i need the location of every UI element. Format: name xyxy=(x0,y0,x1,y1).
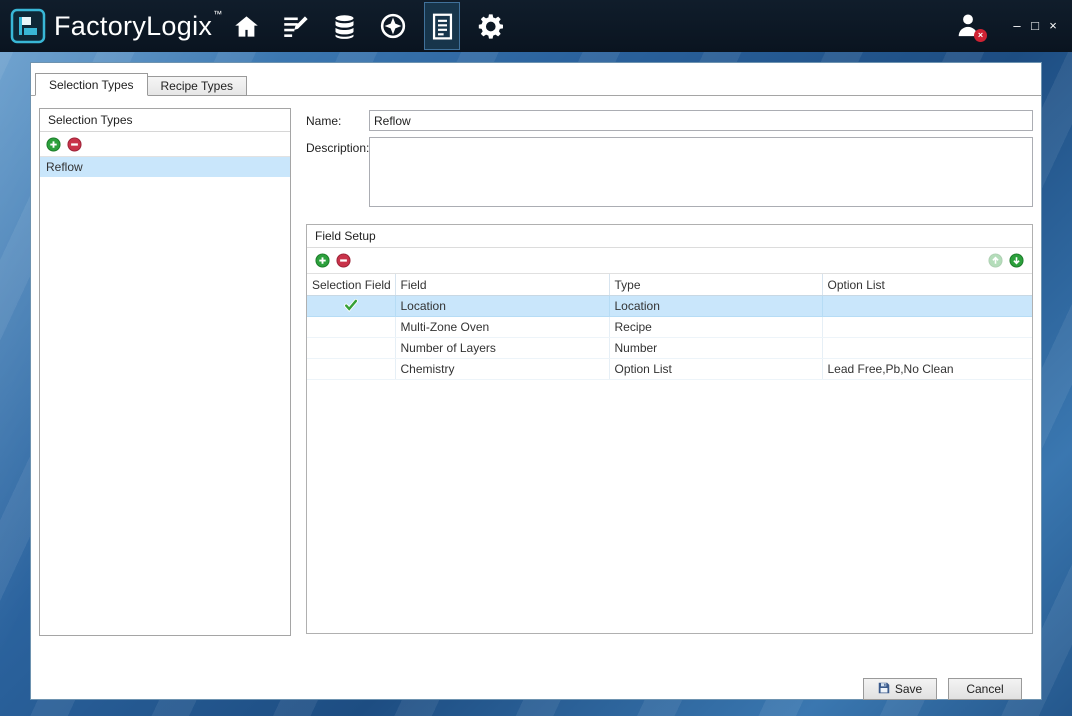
window-controls: × – □ × xyxy=(954,0,1062,52)
col-field: Field xyxy=(395,274,609,296)
option-list-cell[interactable]: Lead Free,Pb,No Clean xyxy=(822,359,1032,380)
description-label: Description: xyxy=(306,141,369,155)
option-list-cell[interactable] xyxy=(822,317,1032,338)
selection-field-cell[interactable] xyxy=(307,359,395,380)
title-bar: FactoryLogix™ xyxy=(0,0,1072,52)
field-cell[interactable]: Multi-Zone Oven xyxy=(395,317,609,338)
selection-field-cell[interactable] xyxy=(307,296,395,317)
reports-icon[interactable] xyxy=(424,2,460,50)
panel-toolbar xyxy=(40,132,290,157)
field-setup-toolbar xyxy=(307,248,1032,274)
type-cell[interactable]: Number xyxy=(609,338,822,359)
option-list-cell[interactable] xyxy=(822,296,1032,317)
application-window: FactoryLogix™ xyxy=(0,0,1072,716)
table-header-row: Selection Field Field Type Option List xyxy=(307,274,1032,296)
app-title: FactoryLogix™ xyxy=(54,9,222,42)
name-input[interactable] xyxy=(369,110,1033,131)
type-cell[interactable]: Location xyxy=(609,296,822,317)
trademark-symbol: ™ xyxy=(213,9,222,19)
logout-badge-icon: × xyxy=(974,29,987,42)
panel-title: Selection Types xyxy=(40,109,290,132)
name-label: Name: xyxy=(306,114,341,128)
table-row[interactable]: Location Location xyxy=(307,296,1032,317)
field-setup-title: Field Setup xyxy=(307,225,1032,248)
field-cell[interactable]: Number of Layers xyxy=(395,338,609,359)
field-cell[interactable]: Location xyxy=(395,296,609,317)
move-up-icon[interactable] xyxy=(988,253,1003,268)
remove-icon[interactable] xyxy=(67,137,82,152)
type-cell[interactable]: Option List xyxy=(609,359,822,380)
field-cell[interactable]: Chemistry xyxy=(395,359,609,380)
tab-selection-types[interactable]: Selection Types xyxy=(35,73,148,96)
col-selection-field: Selection Field xyxy=(307,274,395,296)
minimize-button[interactable]: – xyxy=(1008,0,1026,52)
remove-field-icon[interactable] xyxy=(336,253,351,268)
save-floppy-icon xyxy=(878,682,890,697)
maximize-button[interactable]: □ xyxy=(1026,0,1044,52)
cancel-button-label: Cancel xyxy=(966,682,1003,696)
cancel-button[interactable]: Cancel xyxy=(948,678,1022,700)
col-option-list: Option List xyxy=(822,274,1032,296)
field-setup-table: Selection Field Field Type Option List xyxy=(307,274,1032,380)
table-row[interactable]: Multi-Zone Oven Recipe xyxy=(307,317,1032,338)
selection-field-cell[interactable] xyxy=(307,317,395,338)
col-type: Type xyxy=(609,274,822,296)
selection-types-panel: Selection Types Reflow xyxy=(39,108,291,636)
database-icon[interactable] xyxy=(326,3,362,49)
table-row[interactable]: Chemistry Option List Lead Free,Pb,No Cl… xyxy=(307,359,1032,380)
settings-gear-icon[interactable] xyxy=(473,3,509,49)
main-nav xyxy=(228,0,509,52)
close-button[interactable]: × xyxy=(1044,0,1062,52)
save-button[interactable]: Save xyxy=(863,678,937,700)
table-row[interactable]: Number of Layers Number xyxy=(307,338,1032,359)
user-logout-icon[interactable]: × xyxy=(954,11,984,41)
list-item-reflow[interactable]: Reflow xyxy=(40,157,290,177)
move-down-icon[interactable] xyxy=(1009,253,1024,268)
add-field-icon[interactable] xyxy=(315,253,330,268)
home-icon[interactable] xyxy=(228,3,264,49)
field-setup-group: Field Setup xyxy=(306,224,1033,634)
option-list-cell[interactable] xyxy=(822,338,1032,359)
tab-recipe-types[interactable]: Recipe Types xyxy=(148,76,248,96)
navigator-icon[interactable] xyxy=(375,3,411,49)
selection-types-page: Selection Types Reflow Name: Description… xyxy=(31,95,1041,699)
green-check-icon xyxy=(344,301,358,315)
selection-field-cell[interactable] xyxy=(307,338,395,359)
add-icon[interactable] xyxy=(46,137,61,152)
edit-document-icon[interactable] xyxy=(277,3,313,49)
content-window: Selection Types Recipe Types Selection T… xyxy=(30,62,1042,700)
description-input[interactable] xyxy=(369,137,1033,207)
type-cell[interactable]: Recipe xyxy=(609,317,822,338)
tab-strip: Selection Types Recipe Types xyxy=(35,73,247,96)
save-button-label: Save xyxy=(895,682,922,696)
app-logo-icon xyxy=(10,8,46,44)
